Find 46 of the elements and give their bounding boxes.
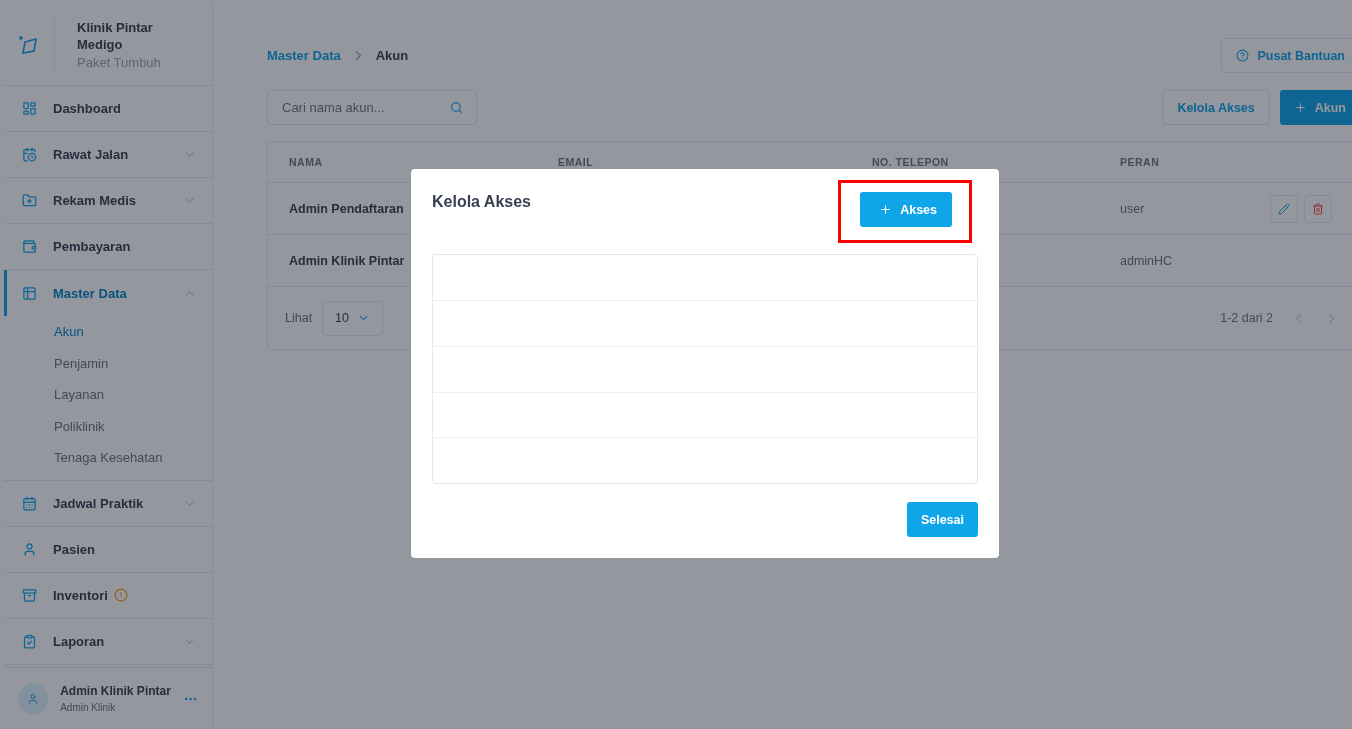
user-name: Admin Klinik Pintar xyxy=(60,684,171,698)
submenu-item[interactable]: Tenaga Kesehatan xyxy=(4,442,212,474)
pencil-icon xyxy=(1278,202,1290,215)
sidebar-item[interactable]: Laporan xyxy=(4,618,212,665)
page-size-select[interactable]: 10 xyxy=(322,300,384,336)
logo-icon xyxy=(18,33,40,56)
table-cell-text: Admin Klinik Pintar xyxy=(289,253,406,268)
add-account-button[interactable]: Akun xyxy=(1279,90,1352,125)
breadcrumb-link[interactable]: Akun xyxy=(375,48,409,63)
submenu-item[interactable]: Penjamin xyxy=(4,347,212,379)
plus-icon xyxy=(879,203,893,216)
search-icon xyxy=(450,101,463,114)
add-access-button[interactable]: Akses xyxy=(860,192,952,227)
done-button[interactable]: Selesai xyxy=(906,502,978,537)
sidebar-item[interactable]: Pasien xyxy=(4,526,212,573)
user-role: Admin Klinik xyxy=(60,702,117,713)
clinic-name: Klinik Pintar Medigo xyxy=(77,19,154,53)
sidebar-item[interactable]: Jadwal Praktik xyxy=(4,480,212,527)
submenu-item[interactable]: Akun xyxy=(4,316,212,348)
breadcrumb-link[interactable]: Master Data xyxy=(267,48,341,63)
delete-button[interactable] xyxy=(1304,194,1332,223)
sidebar-item[interactable]: Rawat Jalan xyxy=(4,132,212,178)
edit-button[interactable] xyxy=(1270,194,1298,223)
help-button[interactable]: Pusat Bantuan xyxy=(1221,38,1352,73)
column-header: NAMA xyxy=(289,156,324,168)
help-icon xyxy=(1236,49,1250,62)
trash-icon xyxy=(1312,202,1324,215)
column-header: NO. TELEPON xyxy=(872,156,950,168)
page-range: 1-2 dari 2 xyxy=(1220,311,1273,325)
sidebar-item[interactable]: Inventori xyxy=(4,572,212,619)
sidebar-item[interactable]: Master Data xyxy=(4,270,212,316)
sidebar-item[interactable]: Dashboard xyxy=(4,86,212,132)
submenu-item[interactable]: Layanan xyxy=(4,379,212,411)
table-cell-text: user xyxy=(1120,201,1146,216)
submenu-item[interactable]: Poliklinik xyxy=(4,410,212,442)
plus-icon xyxy=(1293,101,1307,114)
table-cell-text: adminHC xyxy=(1120,253,1174,268)
search-field[interactable]: Cari nama akun... xyxy=(267,90,477,125)
page-size-label: Lihat xyxy=(285,311,313,325)
dialog-title: Kelola Akses xyxy=(432,193,531,211)
column-header: PERAN xyxy=(1120,156,1161,168)
sidebar-item[interactable]: Rekam Medis xyxy=(4,178,212,224)
manage-access-button[interactable]: Kelola Akses xyxy=(1162,90,1270,125)
column-header: EMAIL xyxy=(558,156,595,168)
sidebar-item[interactable]: Pembayaran xyxy=(4,224,212,270)
avatar xyxy=(18,682,49,715)
